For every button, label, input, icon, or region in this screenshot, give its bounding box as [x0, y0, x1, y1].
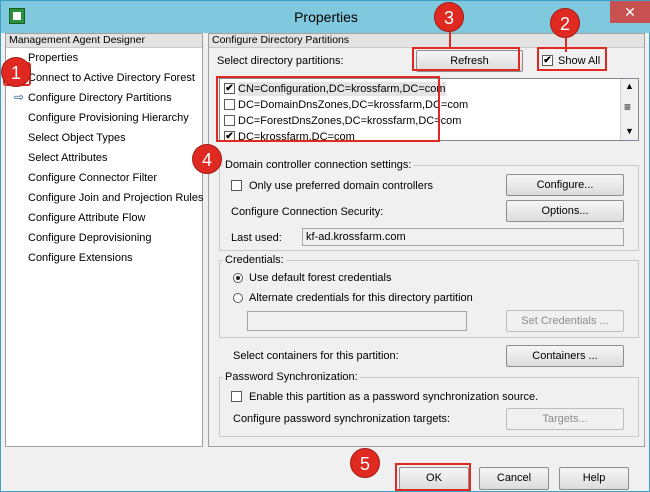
connection-security-label: Configure Connection Security:	[231, 206, 384, 218]
partitions-scrollbar[interactable]: ▲ ≡ ▼	[620, 79, 638, 140]
callout-badge-5: 5	[350, 448, 380, 478]
callout-highlight	[395, 463, 471, 491]
current-page-arrow-icon: ⇨	[14, 90, 25, 104]
partitions-pane-header: Configure Directory Partitions	[209, 34, 644, 48]
preferred-dc-checkbox[interactable]	[231, 180, 242, 191]
enable-pwd-sync-label: Enable this partition as a password sync…	[249, 391, 539, 403]
nav-item-directory-partitions[interactable]: Configure Directory Partitions	[28, 90, 172, 106]
containers-label: Select containers for this partition:	[233, 350, 399, 362]
alternate-credentials-label: Alternate credentials for this directory…	[249, 292, 473, 304]
preferred-dc-label: Only use preferred domain controllers	[249, 180, 434, 192]
close-button[interactable]: ✕	[610, 1, 650, 23]
callout-pointer	[449, 32, 451, 48]
cancel-button[interactable]: Cancel	[479, 467, 549, 490]
credentials-legend: Credentials:	[223, 254, 286, 266]
options-button[interactable]: Options...	[506, 200, 624, 222]
nav-item-provisioning-hierarchy[interactable]: Configure Provisioning Hierarchy	[28, 110, 189, 126]
nav-item-object-types[interactable]: Select Object Types	[28, 130, 126, 146]
last-used-field: kf-ad.krossfarm.com	[302, 228, 624, 246]
callout-highlight	[412, 47, 520, 71]
nav-item-deprovisioning[interactable]: Configure Deprovisioning	[28, 230, 152, 246]
dc-settings-legend: Domain controller connection settings:	[223, 159, 414, 171]
nav-item-connector-filter[interactable]: Configure Connector Filter	[28, 170, 157, 186]
pwd-targets-label: Configure password synchronization targe…	[233, 413, 451, 425]
password-sync-legend: Password Synchronization:	[223, 371, 360, 383]
last-used-label: Last used:	[231, 232, 282, 244]
scroll-up-icon[interactable]: ▲	[625, 81, 634, 91]
callout-badge-2: 2	[550, 8, 580, 38]
alternate-credentials-radio[interactable]	[233, 293, 243, 303]
set-credentials-button[interactable]: Set Credentials ...	[506, 310, 624, 332]
callout-highlight	[216, 76, 440, 142]
configure-dc-button[interactable]: Configure...	[506, 174, 624, 196]
nav-item-extensions[interactable]: Configure Extensions	[28, 250, 133, 266]
callout-badge-4: 4	[192, 144, 222, 174]
default-credentials-radio[interactable]	[233, 273, 243, 283]
select-partitions-label: Select directory partitions:	[217, 55, 344, 67]
callout-pointer	[565, 38, 567, 52]
default-credentials-label: Use default forest credentials	[249, 272, 392, 284]
nav-item-join-projection[interactable]: Configure Join and Projection Rules	[28, 190, 204, 206]
nav-item-connect-forest[interactable]: Connect to Active Directory Forest	[28, 70, 195, 86]
last-used-value: kf-ad.krossfarm.com	[306, 231, 406, 243]
callout-badge-3: 3	[434, 2, 464, 32]
help-button[interactable]: Help	[559, 467, 629, 490]
alternate-credentials-field	[247, 311, 467, 331]
nav-pane-header: Management Agent Designer	[6, 34, 202, 48]
scroll-thumb-icon[interactable]: ≡	[624, 100, 631, 114]
nav-item-attribute-flow[interactable]: Configure Attribute Flow	[28, 210, 145, 226]
containers-button[interactable]: Containers ...	[506, 345, 624, 367]
targets-button[interactable]: Targets...	[506, 408, 624, 430]
enable-pwd-sync-checkbox[interactable]	[231, 391, 242, 402]
callout-badge-1: 1	[1, 57, 31, 87]
callout-highlight	[537, 47, 607, 71]
nav-item-attributes[interactable]: Select Attributes	[28, 150, 108, 166]
scroll-down-icon[interactable]: ▼	[625, 126, 634, 136]
properties-window: Properties ✕ Management Agent Designer P…	[0, 0, 650, 492]
designer-nav-pane: Management Agent Designer Properties Con…	[5, 33, 204, 447]
nav-item-properties[interactable]: Properties	[28, 50, 78, 66]
